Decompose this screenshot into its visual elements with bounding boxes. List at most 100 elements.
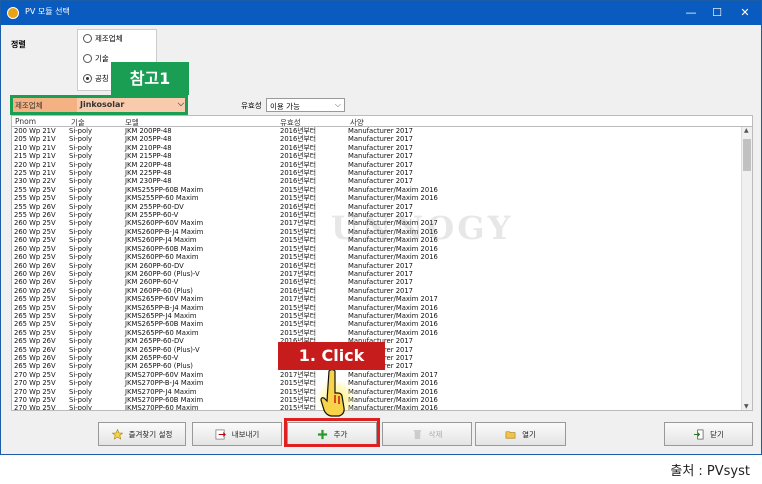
favorites-button[interactable]: 즐겨찾기 설정: [98, 422, 186, 446]
list-cell: Manufacturer/Maxim 2017: [348, 370, 438, 379]
list-cell: Manufacturer/Maxim 2016: [348, 379, 438, 388]
list-cell: 265 Wp 25V: [14, 320, 56, 329]
list-cell: Manufacturer 2017: [348, 269, 413, 278]
list-cell: 270 Wp 25V: [14, 370, 56, 379]
validity-select[interactable]: 이용 가능 ⌵: [266, 98, 345, 112]
list-cell: Manufacturer/Maxim 2016: [348, 253, 438, 262]
list-row[interactable]: 220 Wp 21V Si-poly JKM 220PP-48 2016년부터 Manu…: [12, 161, 752, 169]
list-cell: Si-poly: [69, 253, 93, 262]
list-cell: 265 Wp 26V: [14, 353, 56, 362]
list-row[interactable]: 270 Wp 25V Si-poly JKMS270PP-60V Maxim 2017…: [12, 371, 752, 379]
list-cell: Manufacturer 2017: [348, 135, 413, 144]
list-row[interactable]: 205 Wp 21V Si-poly JKM 205PP-48 2016년부터 Manu…: [12, 135, 752, 143]
scroll-up-icon[interactable]: ▲: [744, 127, 749, 134]
maximize-button[interactable]: ☐: [707, 4, 727, 22]
list-cell: 265 Wp 26V: [14, 362, 56, 371]
list-cell: JKMS260PP-B-J4 Maxim: [125, 227, 204, 236]
pv-module-selection-window: PV 모듈 선택 — ☐ ✕ 정렬 제조업체 기술 공칭 제조업체 Jinkos…: [0, 0, 762, 455]
list-cell: 2015년부터: [280, 328, 317, 337]
list-cell: 265 Wp 25V: [14, 328, 56, 337]
list-row[interactable]: 210 Wp 21V Si-poly JKM 210PP-48 2016년부터 Manu…: [12, 144, 752, 152]
list-cell: 2016년부터: [280, 278, 317, 287]
list-cell: Si-poly: [69, 185, 93, 194]
list-cell: JKM 265PP-60 (Plus): [125, 362, 193, 371]
reference-callout: 참고1: [111, 62, 189, 95]
list-cell: 2015년부터: [280, 236, 317, 245]
close-window-button[interactable]: ✕: [735, 4, 755, 22]
list-cell: 255 Wp 26V: [14, 211, 56, 220]
list-row[interactable]: 270 Wp 25V Si-poly JKMS270PP-J4 Maxim 2015년…: [12, 388, 752, 396]
minimize-button[interactable]: —: [681, 4, 701, 22]
delete-button[interactable]: 삭제: [382, 422, 472, 446]
list-cell: Si-poly: [69, 387, 93, 396]
list-cell: Manufacturer/Maxim 2016: [348, 311, 438, 320]
list-cell: 265 Wp 25V: [14, 303, 56, 312]
list-row[interactable]: 230 Wp 22V Si-poly JKM 230PP-48 2016년부터 Manu…: [12, 177, 752, 185]
list-cell: Si-poly: [69, 177, 93, 186]
list-cell: JKM 265PP-60 (Plus)-V: [125, 345, 200, 354]
close-button[interactable]: 닫기: [664, 422, 753, 446]
list-cell: Si-poly: [69, 286, 93, 295]
sort-radio-manufacturer[interactable]: 제조업체: [83, 33, 123, 44]
list-row[interactable]: 260 Wp 26V Si-poly JKM 260PP-60-V 2016년부터 Ma…: [12, 278, 752, 286]
list-row[interactable]: 265 Wp 25V Si-poly JKMS265PP-60B Maxim 2015…: [12, 320, 752, 328]
list-cell: Si-poly: [69, 169, 93, 178]
list-cell: Manufacturer 2017: [348, 177, 413, 186]
click-callout: 1. Click: [278, 342, 385, 370]
list-cell: JKM 205PP-48: [125, 135, 172, 144]
list-cell: 2015년부터: [280, 320, 317, 329]
sort-radio-technology[interactable]: 기술: [83, 53, 109, 64]
open-button[interactable]: 열기: [475, 422, 566, 446]
list-header: Pnom 기술 모델 유효성 사양: [11, 115, 753, 127]
sort-radio-nominal[interactable]: 공칭: [83, 73, 109, 84]
list-cell: Si-poly: [69, 143, 93, 152]
list-row[interactable]: 260 Wp 26V Si-poly JKM 260PP-60 (Plus) 2016…: [12, 287, 752, 295]
list-cell: JKMS270PP-B-J4 Maxim: [125, 379, 204, 388]
export-button[interactable]: 내보내기: [192, 422, 282, 446]
list-row[interactable]: 265 Wp 25V Si-poly JKMS265PP-60 Maxim 2015년…: [12, 329, 752, 337]
list-cell: JKM 265PP-60-DV: [125, 337, 184, 346]
list-row[interactable]: 200 Wp 21V Si-poly JKM 200PP-48 2016년부터 Manu…: [12, 127, 752, 135]
list-cell: Manufacturer 2017: [348, 152, 413, 161]
scroll-down-icon[interactable]: ▼: [744, 403, 749, 410]
list-cell: JKM 260PP-60 (Plus)-V: [125, 269, 200, 278]
list-cell: Si-poly: [69, 396, 93, 404]
list-cell: Manufacturer 2017: [348, 143, 413, 152]
list-row[interactable]: 270 Wp 25V Si-poly JKMS270PP-B-J4 Maxim 201…: [12, 379, 752, 387]
list-cell: 2015년부터: [280, 303, 317, 312]
list-cell: 210 Wp 21V: [14, 143, 56, 152]
list-cell: 2016년부터: [280, 177, 317, 186]
list-row[interactable]: 260 Wp 26V Si-poly JKM 260PP-60-DV 2016년부터 M…: [12, 262, 752, 270]
list-cell: Si-poly: [69, 269, 93, 278]
list-row[interactable]: 260 Wp 25V Si-poly JKMS260PP-60 Maxim 2015년…: [12, 253, 752, 261]
list-cell: 2015년부터: [280, 244, 317, 253]
list-row[interactable]: 260 Wp 26V Si-poly JKM 260PP-60 (Plus)-V 20…: [12, 270, 752, 278]
list-cell: JKM 215PP-48: [125, 152, 172, 161]
list-row[interactable]: 265 Wp 25V Si-poly JKMS265PP-J4 Maxim 2015년…: [12, 312, 752, 320]
list-row[interactable]: 255 Wp 25V Si-poly JKMS255PP-60B Maxim 2015…: [12, 186, 752, 194]
list-row[interactable]: 265 Wp 25V Si-poly JKMS265PP-B-J4 Maxim 201…: [12, 304, 752, 312]
list-cell: 260 Wp 25V: [14, 253, 56, 262]
list-row[interactable]: 270 Wp 25V Si-poly JKMS270PP-60 Maxim 2015년…: [12, 404, 752, 410]
list-cell: 265 Wp 25V: [14, 295, 56, 304]
list-cell: Si-poly: [69, 370, 93, 379]
list-row[interactable]: 225 Wp 21V Si-poly JKM 225PP-48 2016년부터 Manu…: [12, 169, 752, 177]
list-cell: Manufacturer 2017: [348, 127, 413, 135]
folder-icon: [505, 430, 516, 438]
scrollbar-thumb[interactable]: [743, 139, 751, 171]
column-header[interactable]: Pnom: [15, 117, 36, 126]
list-row[interactable]: 270 Wp 25V Si-poly JKMS270PP-60B Maxim 2015…: [12, 396, 752, 404]
list-cell: Si-poly: [69, 345, 93, 354]
list-cell: 260 Wp 26V: [14, 278, 56, 287]
list-cell: 2017년부터: [280, 370, 317, 379]
list-cell: Manufacturer 2017: [348, 169, 413, 178]
list-cell: Si-poly: [69, 160, 93, 169]
list-cell: 265 Wp 26V: [14, 345, 56, 354]
radio-icon: [83, 54, 92, 63]
list-cell: 260 Wp 26V: [14, 269, 56, 278]
list-cell: JKMS270PP-60V Maxim: [125, 370, 204, 379]
vertical-scrollbar[interactable]: ▲ ▼: [741, 127, 752, 410]
list-row[interactable]: 255 Wp 25V Si-poly JKMS255PP-60 Maxim 2015년…: [12, 194, 752, 202]
list-row[interactable]: 215 Wp 21V Si-poly JKM 215PP-48 2016년부터 Manu…: [12, 152, 752, 160]
list-row[interactable]: 265 Wp 25V Si-poly JKMS265PP-60V Maxim 2017…: [12, 295, 752, 303]
